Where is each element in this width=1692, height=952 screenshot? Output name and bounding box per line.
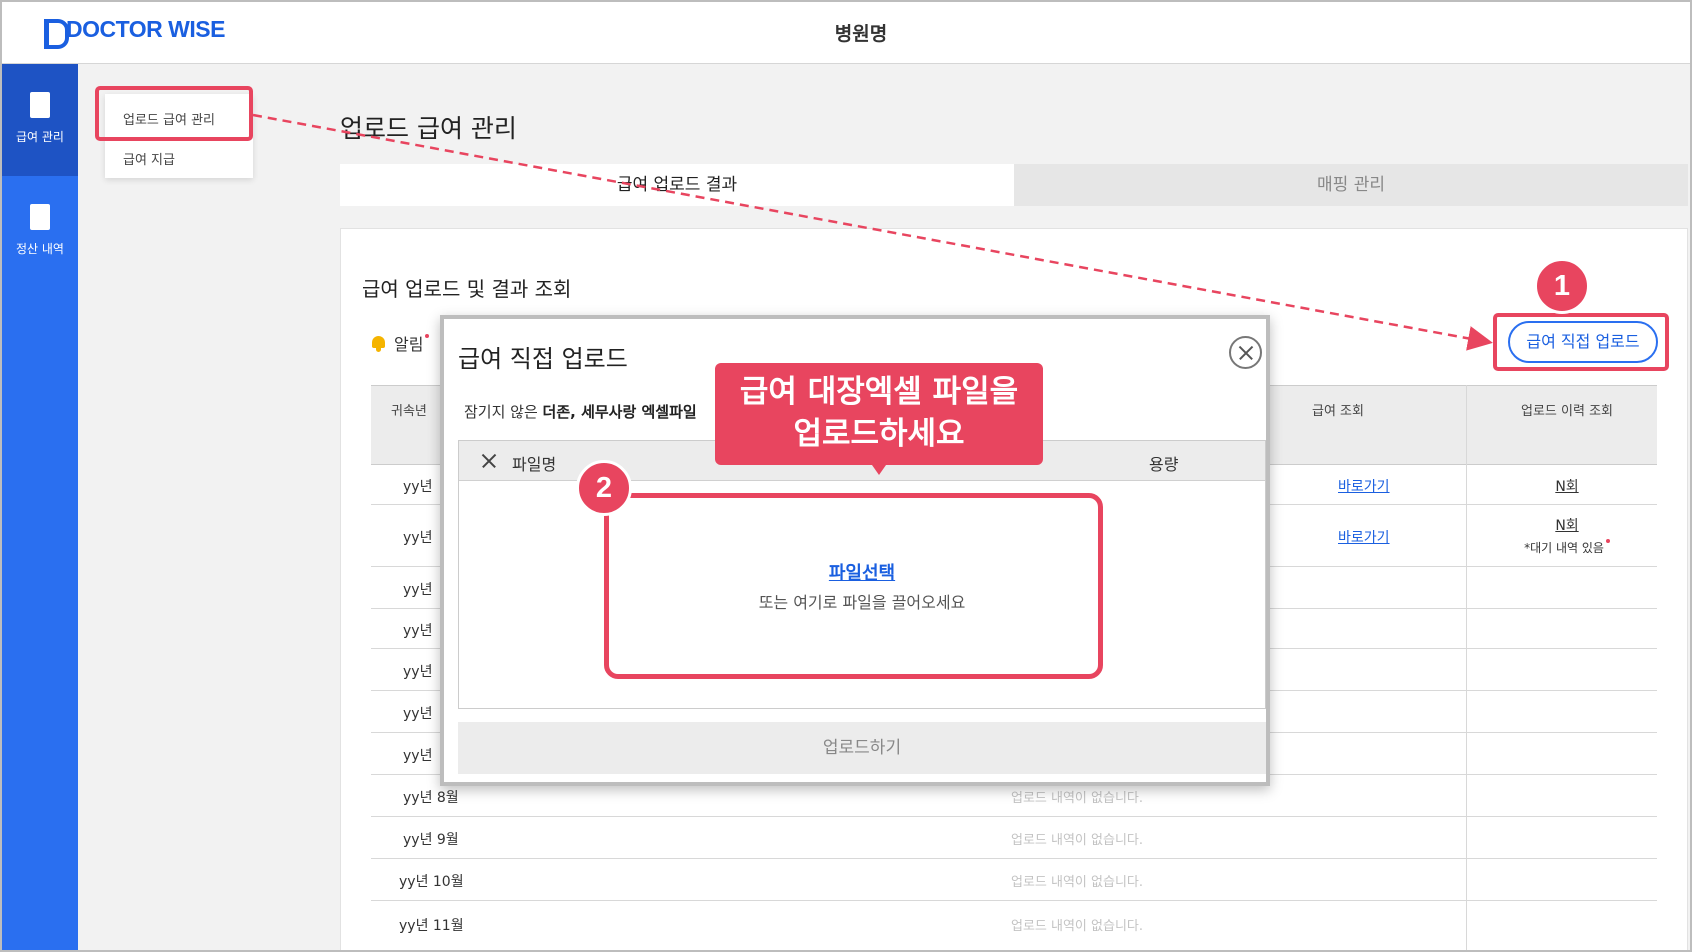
empty-message: 업로드 내역이 없습니다.: [1011, 875, 1143, 890]
callout-line-1: 급여 대장엑셀 파일을: [739, 374, 1019, 410]
empty-message: 업로드 내역이 없습니다.: [1011, 833, 1143, 848]
column-divider: [1466, 385, 1467, 950]
alert-label: 알림: [394, 335, 424, 354]
top-bar: DOCTOR WISE 병원명: [2, 2, 1690, 64]
bell-icon: [371, 334, 386, 352]
tab-upload-result[interactable]: 급여 업로드 결과: [340, 164, 1014, 206]
salary-view-link[interactable]: 바로가기: [1338, 476, 1390, 496]
notification-dot: [425, 334, 430, 338]
row-month: yy년: [403, 479, 433, 495]
upload-button-highlight-box: [1493, 313, 1669, 371]
hospital-name: 병원명: [834, 23, 888, 45]
sidebar-item-salary-management[interactable]: 급여 관리: [2, 64, 78, 176]
table-row: yy년 10월 업로드 내역이 없습니다.: [371, 859, 1657, 901]
close-icon[interactable]: [1229, 336, 1262, 369]
tab-mapping[interactable]: 매핑 관리: [1014, 164, 1688, 206]
callout-line-2: 업로드하세요: [793, 416, 965, 452]
row-month: yy년: [403, 706, 433, 722]
modal-description-prefix: 잠기지 않은: [464, 403, 543, 421]
step-badge-1: 1: [1534, 258, 1590, 314]
row-month: yy년 11월: [399, 918, 464, 934]
section-title: 급여 업로드 및 결과 조회: [362, 277, 572, 301]
salary-view-link[interactable]: 바로가기: [1338, 527, 1390, 547]
modal-description-bold: 더존, 세무사랑 엑셀파일: [542, 403, 697, 421]
sidebar-item-settlement[interactable]: 정산 내역: [2, 176, 78, 288]
sidebar-item-label: 정산 내역: [16, 242, 64, 256]
empty-message: 업로드 내역이 없습니다.: [1011, 791, 1143, 806]
header-affiliation: 귀속년: [391, 404, 427, 419]
pending-note: *대기 내역 있음: [1492, 539, 1642, 556]
submenu-highlight-box: [95, 86, 253, 141]
row-month: yy년 10월: [399, 874, 464, 890]
table-row: yy년 9월 업로드 내역이 없습니다.: [371, 817, 1657, 859]
row-month: yy년: [403, 664, 433, 680]
tab-bar: 급여 업로드 결과 매핑 관리: [340, 164, 1688, 206]
row-month: yy년: [403, 582, 433, 598]
pending-note-text: *대기 내역 있음: [1524, 541, 1604, 555]
header-salary-view: 급여 조회: [1312, 404, 1364, 419]
column-size: 용량: [1149, 455, 1179, 474]
page-title: 업로드 급여 관리: [340, 114, 517, 143]
app-window: DOCTOR WISE 병원명 급여 관리 정산 내역 업로드 급여 관리 급여…: [0, 0, 1692, 952]
alert-notice[interactable]: 알림: [371, 331, 430, 355]
remove-all-icon[interactable]: [481, 453, 497, 469]
sidebar: 급여 관리 정산 내역: [2, 64, 78, 950]
step-badge-2: 2: [576, 460, 632, 516]
row-month: yy년 9월: [403, 832, 459, 848]
callout-balloon: 급여 대장엑셀 파일을 업로드하세요: [715, 363, 1043, 475]
empty-message: 업로드 내역이 없습니다.: [1011, 919, 1143, 934]
drop-zone-highlight-box: [604, 493, 1103, 679]
document-icon: [30, 92, 50, 118]
sidebar-item-label: 급여 관리: [16, 130, 64, 144]
notification-dot: [1605, 539, 1610, 543]
upload-submit-button[interactable]: 업로드하기: [458, 722, 1266, 774]
row-month: yy년: [403, 530, 433, 546]
table-row: yy년 11월 업로드 내역이 없습니다.: [371, 901, 1657, 945]
submenu-item-salary-payment[interactable]: 급여 지급: [123, 149, 175, 168]
modal-title: 급여 직접 업로드: [458, 345, 628, 373]
row-month: yy년: [403, 623, 433, 639]
upload-count-link[interactable]: N회: [1492, 476, 1642, 496]
row-month: yy년 8월: [403, 790, 459, 806]
document-icon: [30, 204, 50, 230]
modal-description: 잠기지 않은 더존, 세무사랑 엑셀파일: [464, 401, 697, 422]
row-month: yy년: [403, 748, 433, 764]
column-filename: 파일명: [512, 455, 557, 474]
upload-count-link[interactable]: N회: [1492, 515, 1642, 535]
header-upload-history: 업로드 이력 조회: [1521, 404, 1613, 419]
